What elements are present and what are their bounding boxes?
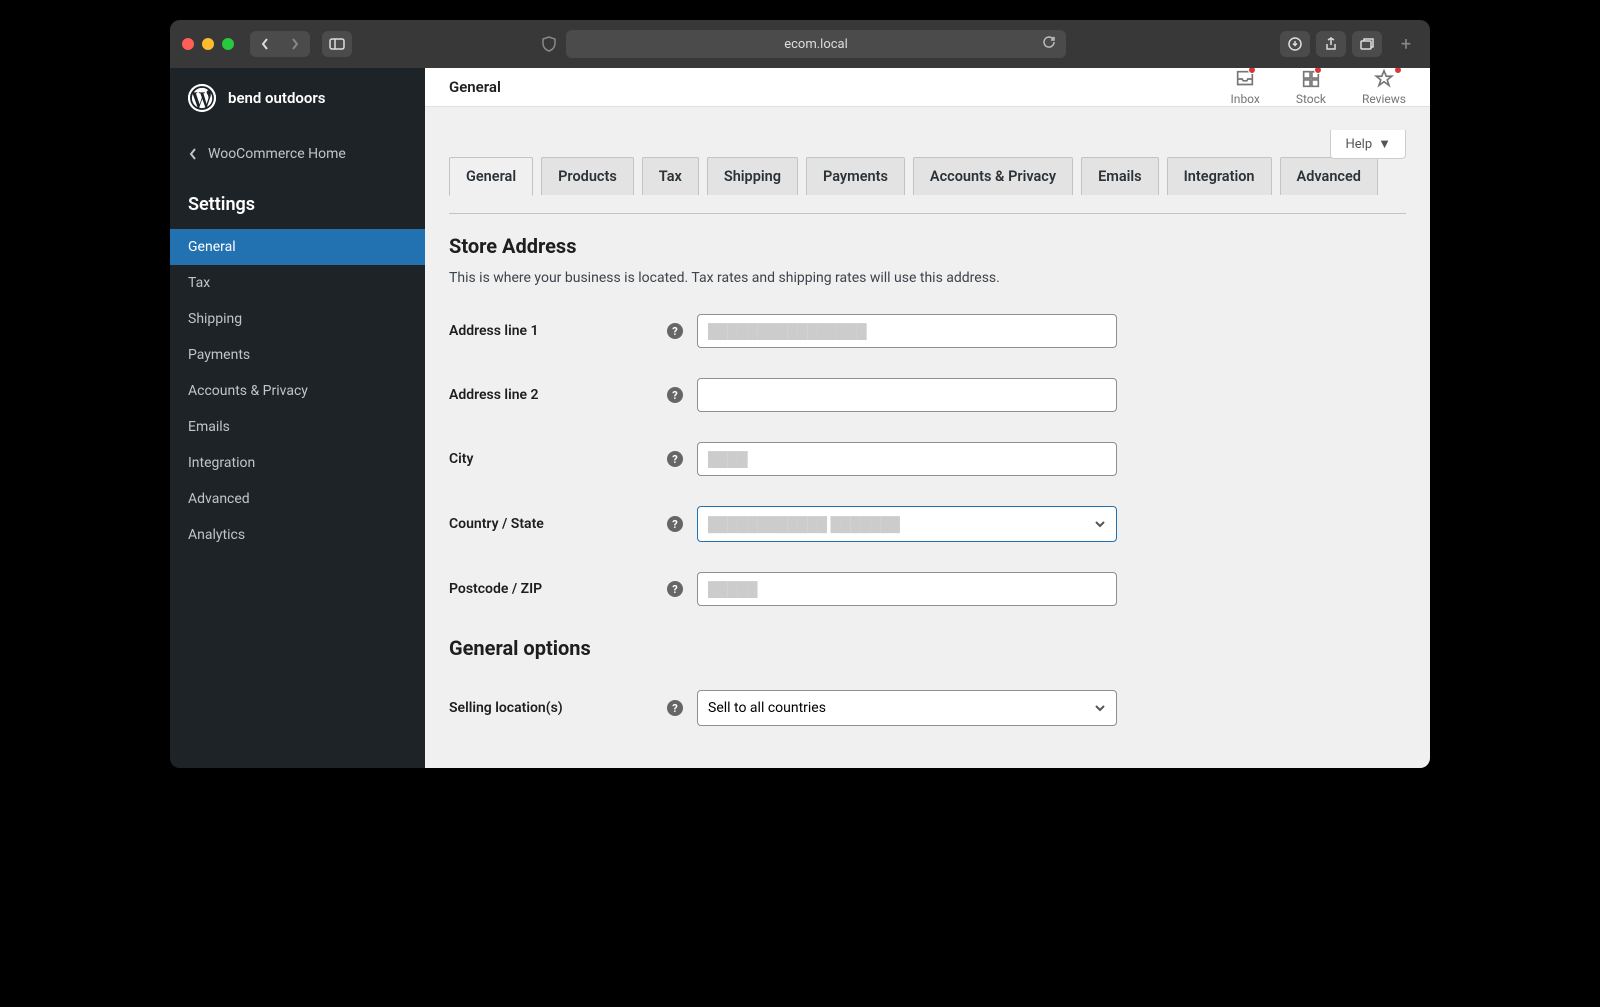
settings-tabs: GeneralProductsTaxShippingPaymentsAccoun…: [449, 157, 1406, 195]
privacy-shield-icon[interactable]: [536, 31, 562, 57]
stock-button[interactable]: Stock: [1296, 68, 1326, 106]
store-address-heading: Store Address: [449, 234, 1406, 258]
chevron-down-icon: [1094, 516, 1106, 532]
help-tooltip-icon[interactable]: ?: [667, 700, 683, 716]
notification-badge: [1394, 68, 1402, 74]
sidebar-item-payments[interactable]: Payments: [170, 337, 425, 373]
help-tooltip-icon[interactable]: ?: [667, 323, 683, 339]
tab-tax[interactable]: Tax: [642, 157, 699, 195]
nav-buttons: [250, 31, 310, 57]
address1-label: Address line 1: [449, 323, 667, 339]
site-brand[interactable]: bend outdoors: [170, 68, 425, 128]
sidebar-item-tax[interactable]: Tax: [170, 265, 425, 301]
star-icon: [1373, 68, 1395, 90]
help-tooltip-icon[interactable]: ?: [667, 581, 683, 597]
help-tooltip-icon[interactable]: ?: [667, 387, 683, 403]
help-tooltip-icon[interactable]: ?: [667, 516, 683, 532]
page-title: General: [449, 78, 501, 96]
help-tooltip-icon[interactable]: ?: [667, 451, 683, 467]
url-bar[interactable]: ecom.local: [566, 30, 1066, 58]
city-label: City: [449, 451, 667, 467]
settings-heading: Settings: [170, 180, 425, 229]
address1-input[interactable]: [697, 314, 1117, 348]
address2-input[interactable]: [697, 378, 1117, 412]
app-body: bend outdoors WooCommerce Home Settings …: [170, 68, 1430, 768]
country-label: Country / State: [449, 516, 667, 532]
url-text: ecom.local: [784, 37, 848, 52]
browser-window: ecom.local +: [170, 20, 1430, 768]
new-tab-button[interactable]: +: [1394, 31, 1418, 57]
share-button[interactable]: [1316, 31, 1346, 57]
browser-toolbar: ecom.local +: [170, 20, 1430, 68]
general-options-heading: General options: [449, 636, 1406, 660]
postcode-label: Postcode / ZIP: [449, 581, 667, 597]
reviews-button[interactable]: Reviews: [1362, 68, 1406, 106]
back-button[interactable]: [250, 31, 280, 57]
address2-label: Address line 2: [449, 387, 667, 403]
close-window-button[interactable]: [182, 38, 194, 50]
sidebar-item-accounts-privacy[interactable]: Accounts & Privacy: [170, 373, 425, 409]
tab-accounts-privacy[interactable]: Accounts & Privacy: [913, 157, 1073, 195]
site-name: bend outdoors: [228, 89, 326, 107]
chevron-down-icon: [1094, 700, 1106, 716]
country-value: ████████████ ███████: [708, 516, 900, 533]
store-address-description: This is where your business is located. …: [449, 270, 1406, 286]
reviews-label: Reviews: [1362, 92, 1406, 106]
back-home-label: WooCommerce Home: [208, 146, 346, 162]
sidebar-item-analytics[interactable]: Analytics: [170, 517, 425, 553]
selling-locations-value: Sell to all countries: [708, 700, 826, 716]
help-label: Help: [1345, 137, 1372, 152]
help-button[interactable]: Help ▼: [1330, 130, 1406, 159]
tab-emails[interactable]: Emails: [1081, 157, 1159, 195]
tab-advanced[interactable]: Advanced: [1280, 157, 1378, 195]
selling-locations-label: Selling location(s): [449, 700, 667, 716]
city-input[interactable]: [697, 442, 1117, 476]
main-content: General Inbox Stock Re: [425, 68, 1430, 768]
postcode-input[interactable]: [697, 572, 1117, 606]
stock-label: Stock: [1296, 92, 1326, 106]
inbox-label: Inbox: [1231, 92, 1260, 106]
sidebar-item-advanced[interactable]: Advanced: [170, 481, 425, 517]
maximize-window-button[interactable]: [222, 38, 234, 50]
tab-integration[interactable]: Integration: [1167, 157, 1272, 195]
sidebar-item-shipping[interactable]: Shipping: [170, 301, 425, 337]
topbar: General Inbox Stock Re: [425, 68, 1430, 107]
sidebar-toggle-button[interactable]: [322, 31, 352, 57]
minimize-window-button[interactable]: [202, 38, 214, 50]
downloads-button[interactable]: [1280, 31, 1310, 57]
wp-sidebar: bend outdoors WooCommerce Home Settings …: [170, 68, 425, 768]
forward-button[interactable]: [280, 31, 310, 57]
tabs-button[interactable]: [1352, 31, 1382, 57]
sidebar-item-general[interactable]: General: [170, 229, 425, 265]
wordpress-logo-icon: [188, 84, 216, 112]
sidebar-menu: GeneralTaxShippingPaymentsAccounts & Pri…: [170, 229, 425, 553]
tab-shipping[interactable]: Shipping: [707, 157, 798, 195]
traffic-lights: [182, 38, 234, 50]
reload-icon[interactable]: [1042, 35, 1056, 53]
inbox-button[interactable]: Inbox: [1231, 68, 1260, 106]
country-select[interactable]: ████████████ ███████: [697, 506, 1117, 542]
chevron-down-icon: ▼: [1378, 136, 1391, 152]
sidebar-item-emails[interactable]: Emails: [170, 409, 425, 445]
selling-locations-select[interactable]: Sell to all countries: [697, 690, 1117, 726]
tab-payments[interactable]: Payments: [806, 157, 905, 195]
back-to-home-link[interactable]: WooCommerce Home: [170, 128, 425, 180]
sidebar-item-integration[interactable]: Integration: [170, 445, 425, 481]
tab-general[interactable]: General: [449, 157, 533, 196]
tab-products[interactable]: Products: [541, 157, 634, 195]
